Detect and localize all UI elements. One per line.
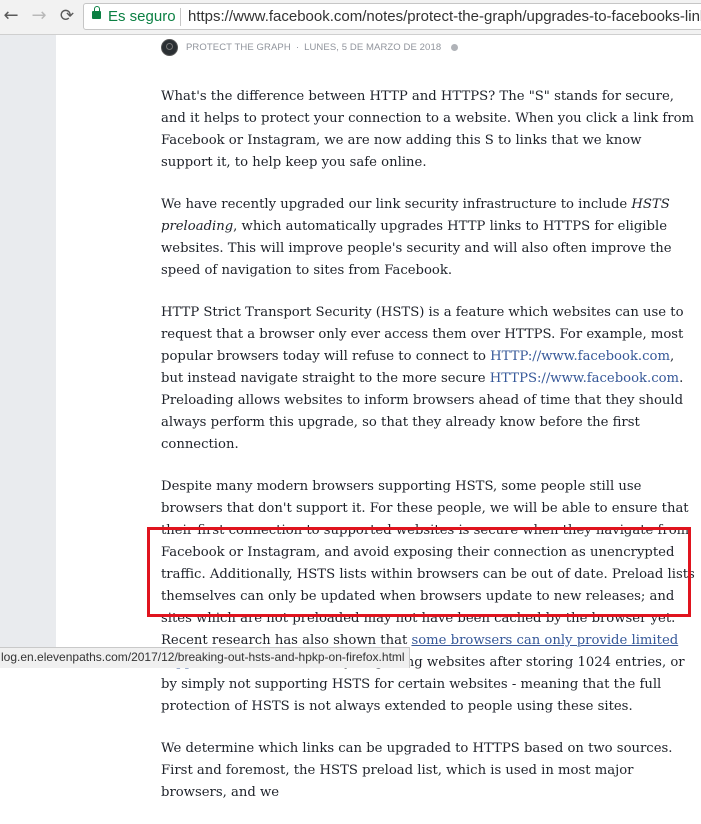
paragraph-1: What's the difference between HTTP and H… [161,89,695,170]
back-button[interactable]: ← [0,5,22,27]
http-facebook-link[interactable]: HTTP://www.facebook.com [490,349,670,364]
meta-separator: · [295,41,300,53]
address-bar[interactable]: Es seguro https://www.facebook.com/notes… [83,3,701,30]
security-indicator[interactable]: Es seguro [108,8,176,25]
reload-icon: ⟳ [59,6,75,26]
forward-arrow-icon: → [31,5,47,26]
paragraph-3: HTTP Strict Transport Security (HSTS) is… [161,302,696,456]
author-name[interactable]: PROTECT THE GRAPH [186,42,291,53]
note-body: What's the difference between HTTP and H… [161,86,696,824]
post-meta: PROTECT THE GRAPH · LUNES, 5 DE MARZO DE… [161,38,459,56]
left-gutter [0,35,56,667]
post-date[interactable]: LUNES, 5 DE MARZO DE 2018 [304,42,441,53]
paragraph-2: We have recently upgraded our link secur… [161,194,696,282]
https-facebook-link[interactable]: HTTPS://www.facebook.com [490,371,679,386]
forward-button[interactable]: → [28,5,50,27]
p2-text: We have recently upgraded our link secur… [161,197,632,212]
globe-icon [451,43,459,51]
back-arrow-icon: ← [3,5,19,26]
highlight-annotation-box [147,527,691,617]
page-avatar[interactable] [161,38,178,56]
browser-toolbar: ← → ⟳ Es seguro https://www.facebook.com… [0,0,701,35]
reload-button[interactable]: ⟳ [56,5,78,27]
url-text[interactable]: https://www.facebook.com/notes/protect-t… [188,8,701,25]
paragraph-5: We determine which links can be upgraded… [161,741,673,800]
address-divider [180,8,181,26]
lock-icon [92,6,101,19]
status-bar-link-preview: log.en.elevenpaths.com/2017/12/breaking-… [0,647,410,668]
p2-text-end: , which automatically upgrades HTTP link… [161,219,672,278]
